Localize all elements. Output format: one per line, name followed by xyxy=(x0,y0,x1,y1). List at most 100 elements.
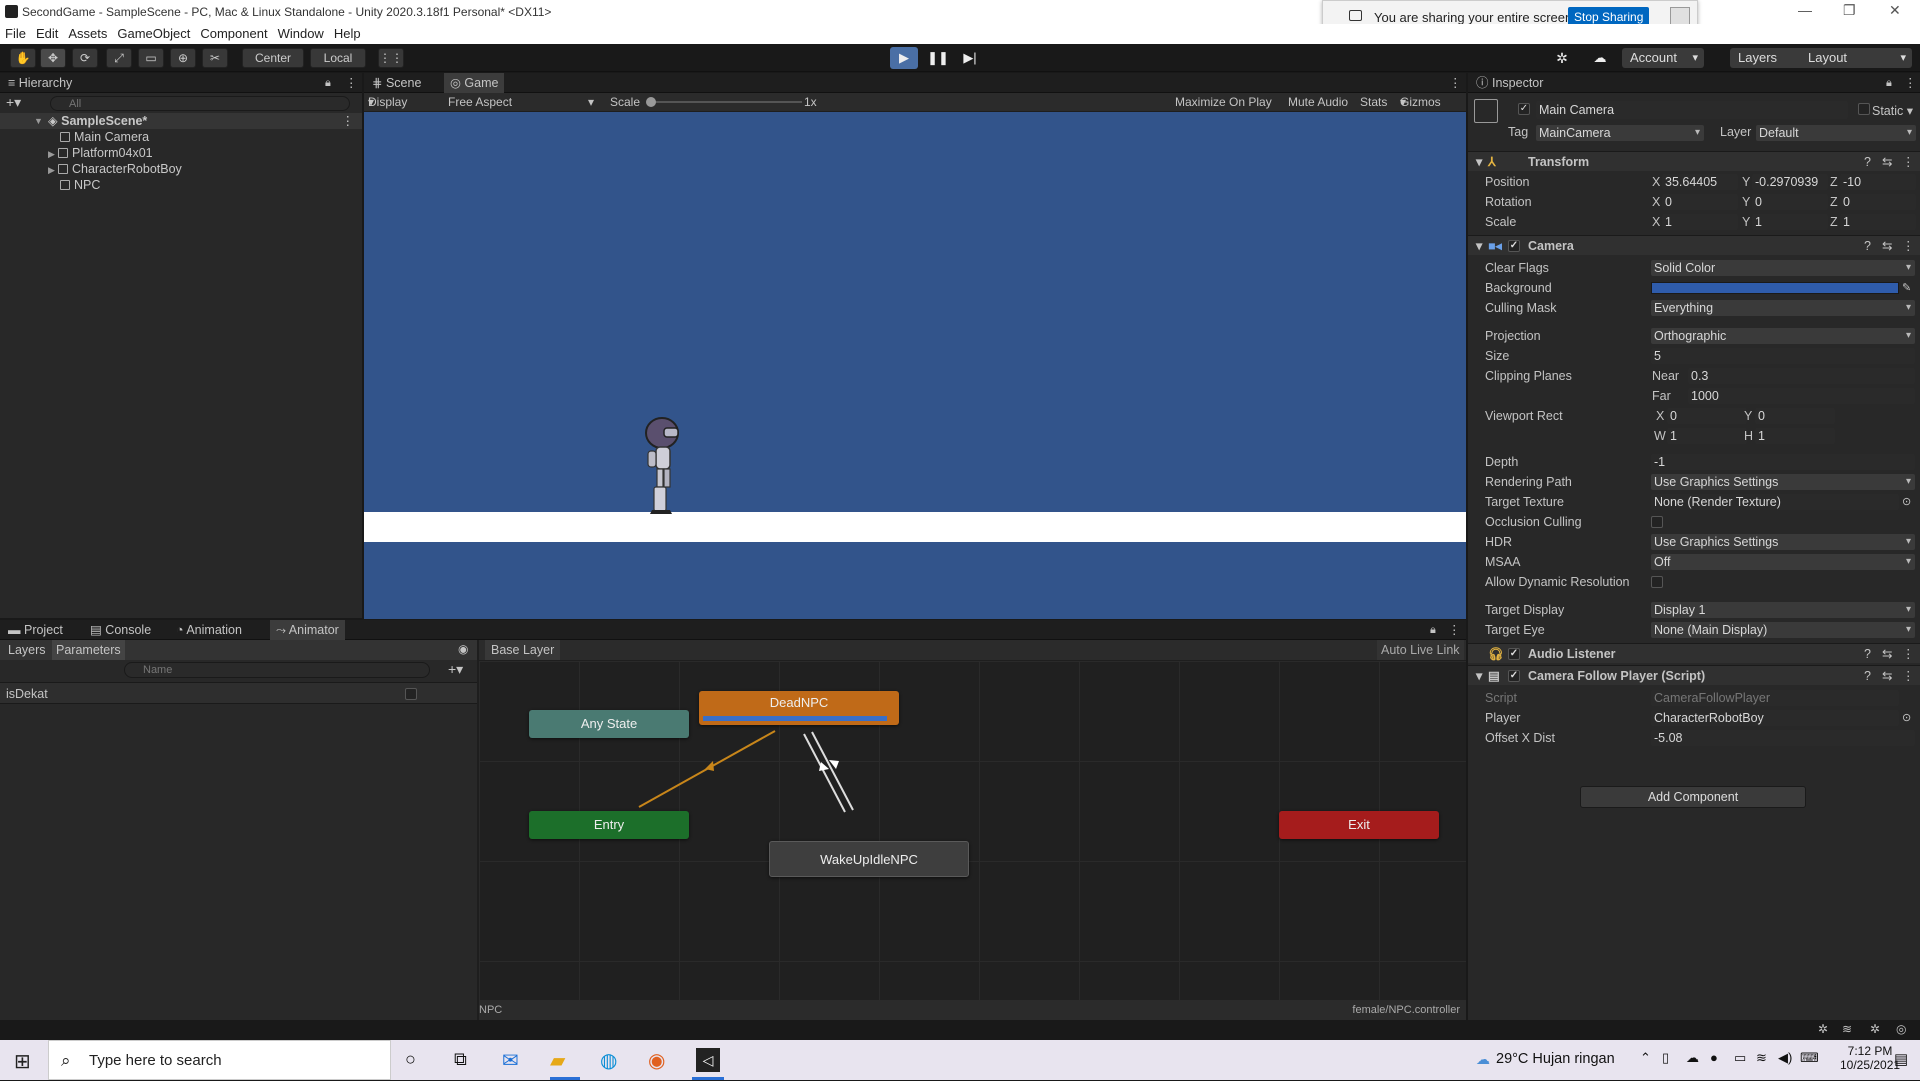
transform-header[interactable]: ▾ ⅄ Transform ? ⇆ ⋮ xyxy=(1468,151,1920,171)
scene-menu-icon[interactable]: ⋮ xyxy=(342,113,355,129)
position-x-field[interactable]: 35.64405 xyxy=(1662,174,1738,190)
maximize-on-play-toggle[interactable]: Maximize On Play xyxy=(1175,93,1272,111)
scale-z-field[interactable]: 1 xyxy=(1840,214,1916,230)
state-wake-up-idle-npc[interactable]: WakeUpIdleNPC xyxy=(769,841,969,877)
taskbar-search-box[interactable]: ⌕ Type here to search xyxy=(48,1040,391,1080)
play-button[interactable]: ▶ xyxy=(890,47,918,69)
panel-menu-icon[interactable]: ⋮ xyxy=(1449,73,1462,93)
help-icon[interactable]: ? xyxy=(1864,236,1871,256)
player-field[interactable]: CharacterRobotBoy xyxy=(1651,710,1899,726)
foldout-arrow-icon[interactable]: ▾ xyxy=(1476,152,1482,172)
scene-root[interactable]: ▼ ◈ SampleScene* ⋮ xyxy=(0,113,362,129)
transform-tool-icon[interactable]: ⊕ xyxy=(170,48,196,68)
game-viewport[interactable] xyxy=(364,112,1466,619)
layout-dropdown[interactable]: Layout xyxy=(1800,48,1912,68)
scale-slider[interactable] xyxy=(652,101,802,103)
state-any-state[interactable]: Any State xyxy=(529,710,689,738)
hierarchy-search-input[interactable] xyxy=(50,96,350,111)
weather-text[interactable]: 29°C Hujan ringan xyxy=(1496,1051,1615,1067)
parameter-row[interactable]: isDekat xyxy=(0,682,477,704)
mail-icon[interactable]: ✉ xyxy=(502,1048,519,1073)
cloud-icon[interactable]: ☁ xyxy=(1586,47,1614,69)
pivot-local-button[interactable]: Local xyxy=(310,48,366,68)
help-icon[interactable]: ? xyxy=(1864,644,1871,664)
depth-field[interactable]: -1 xyxy=(1651,454,1915,470)
parameter-search-input[interactable] xyxy=(124,662,430,678)
hierarchy-item-main-camera[interactable]: Main Camera xyxy=(60,129,149,145)
minimize-icon[interactable]: — xyxy=(1798,2,1812,18)
menu-edit[interactable]: Edit xyxy=(36,24,58,43)
layers-tab[interactable]: Layers xyxy=(8,643,46,657)
pause-button[interactable]: ❚❚ xyxy=(924,47,952,69)
create-plus-icon[interactable]: +▾ xyxy=(6,94,21,111)
menu-gameobject[interactable]: GameObject xyxy=(117,24,190,43)
settings-icon[interactable]: ◎ xyxy=(1896,1022,1906,1036)
hand-tool-icon[interactable]: ✋ xyxy=(10,48,36,68)
foldout-arrow-icon[interactable]: ▾ xyxy=(1476,236,1482,256)
edge-browser-icon[interactable]: ◍ xyxy=(600,1048,617,1073)
scale-slider-handle[interactable] xyxy=(646,97,656,107)
target-display-dropdown[interactable]: Display 1 xyxy=(1651,602,1915,618)
projection-dropdown[interactable]: Orthographic xyxy=(1651,328,1915,344)
help-icon[interactable]: ? xyxy=(1864,152,1871,172)
component-menu-icon[interactable]: ⋮ xyxy=(1902,152,1915,172)
hierarchy-item-character[interactable]: ▶ CharacterRobotBoy xyxy=(48,161,182,178)
firefox-icon[interactable]: ◉ xyxy=(648,1048,665,1073)
volume-icon[interactable]: ◀) xyxy=(1778,1050,1792,1066)
lighting-icon[interactable]: ✲ xyxy=(1870,1022,1880,1036)
windows-start-icon[interactable]: ⊞ xyxy=(14,1049,31,1074)
battery-icon[interactable]: ▭ xyxy=(1734,1050,1746,1066)
language-icon[interactable]: ⌨ xyxy=(1800,1050,1819,1066)
animator-graph[interactable]: Any State DeadNPC Entry WakeUpIdleNPC Ex… xyxy=(479,661,1466,1000)
lock-icon[interactable]: 🔒︎ xyxy=(325,73,331,93)
breadcrumb[interactable]: Base Layer xyxy=(485,640,561,660)
eyedropper-icon[interactable]: ✎ xyxy=(1902,279,1911,297)
unity-taskbar-icon[interactable]: ◁ xyxy=(696,1048,720,1072)
cortana-icon[interactable]: ○ xyxy=(405,1049,416,1070)
object-picker-icon[interactable]: ⊙ xyxy=(1902,709,1911,727)
camera-follow-header[interactable]: ▾ ▤ ✓ Camera Follow Player (Script) ? ⇆ … xyxy=(1468,665,1920,685)
preset-icon[interactable]: ⇆ xyxy=(1882,666,1892,686)
hierarchy-item-platform[interactable]: ▶ Platform04x01 xyxy=(48,145,153,162)
background-color-swatch[interactable] xyxy=(1651,282,1899,294)
hierarchy-tab[interactable]: ≡ Hierarchy xyxy=(8,73,72,93)
static-checkbox[interactable] xyxy=(1858,103,1870,115)
tab-project[interactable]: ▬ Project xyxy=(8,620,63,640)
auto-live-link-toggle[interactable]: Auto Live Link xyxy=(1377,640,1464,660)
task-view-icon[interactable]: ⧉ xyxy=(454,1049,467,1070)
state-entry[interactable]: Entry xyxy=(529,811,689,839)
audio-listener-checkbox[interactable]: ✓ xyxy=(1508,648,1520,660)
grid-snap-icon[interactable]: ⋮⋮ xyxy=(378,48,404,68)
eye-icon[interactable]: ◉ xyxy=(458,642,468,656)
add-parameter-icon[interactable]: +▾ xyxy=(448,661,463,678)
step-button[interactable]: ▶| xyxy=(956,47,984,69)
tab-game[interactable]: ◎ Game xyxy=(444,73,505,93)
foldout-arrow-icon[interactable]: ▾ xyxy=(1476,666,1482,686)
camera-header[interactable]: ▾ ■◂ ✓ Camera ? ⇆ ⋮ xyxy=(1468,235,1920,255)
state-dead-npc[interactable]: DeadNPC xyxy=(699,691,899,725)
onedrive-icon[interactable]: ☁ xyxy=(1686,1050,1699,1066)
near-field[interactable]: 0.3 xyxy=(1688,368,1915,384)
culling-mask-dropdown[interactable]: Everything xyxy=(1651,300,1915,316)
viewport-h-field[interactable]: 1 xyxy=(1755,428,1835,444)
size-field[interactable]: 5 xyxy=(1651,348,1915,364)
preset-icon[interactable]: ⇆ xyxy=(1882,644,1892,664)
stats-toggle[interactable]: Stats xyxy=(1360,93,1387,111)
gizmos-dropdown[interactable]: Gizmos ▾ xyxy=(1400,93,1441,111)
debug-icon[interactable]: ✲ xyxy=(1818,1022,1828,1036)
active-checkbox[interactable]: ✓ xyxy=(1518,103,1530,115)
hierarchy-item-npc[interactable]: NPC xyxy=(60,177,100,193)
clock[interactable]: 7:12 PM 10/25/2021 xyxy=(1840,1044,1900,1072)
position-y-field[interactable]: -0.2970939 xyxy=(1752,174,1828,190)
account-dropdown[interactable]: Account xyxy=(1622,48,1704,68)
custom-tool-icon[interactable]: ✂ xyxy=(202,48,228,68)
panel-menu-icon[interactable]: ⋮ xyxy=(1904,73,1917,93)
expand-arrow-icon[interactable]: ▼ xyxy=(34,113,44,129)
viewport-w-field[interactable]: 1 xyxy=(1667,428,1747,444)
restore-icon[interactable]: ❐ xyxy=(1843,2,1856,19)
static-dropdown[interactable]: Static ▾ xyxy=(1872,103,1913,118)
expand-arrow-icon[interactable]: ▶ xyxy=(48,146,58,162)
parameter-bool-checkbox[interactable] xyxy=(405,688,417,700)
mute-audio-toggle[interactable]: Mute Audio xyxy=(1288,93,1348,111)
layer-dropdown[interactable]: Default xyxy=(1756,125,1916,141)
